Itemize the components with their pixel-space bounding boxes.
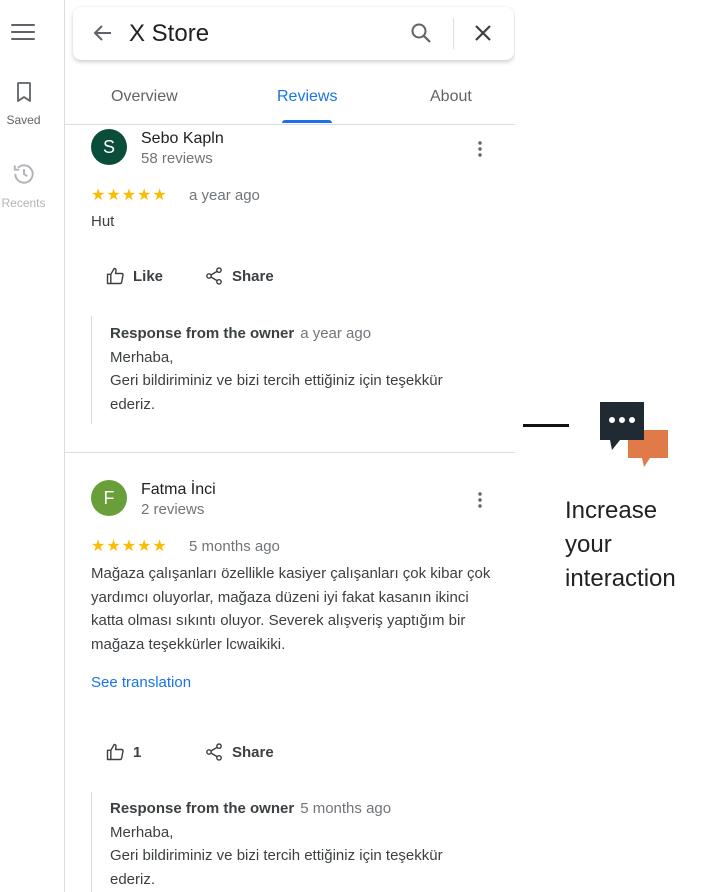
- reviewer-name[interactable]: Fatma İnci: [141, 481, 216, 499]
- left-rail: Saved Recents: [0, 0, 65, 892]
- owner-response-greeting: Merhaba,: [110, 823, 174, 841]
- history-icon: [13, 164, 34, 184]
- tab-reviews[interactable]: Reviews: [277, 88, 337, 106]
- search-icon[interactable]: [409, 21, 433, 45]
- search-input[interactable]: [129, 20, 389, 48]
- bookmark-icon: [16, 82, 31, 102]
- reviewer-name[interactable]: Sebo Kapln: [141, 130, 224, 148]
- see-translation-link[interactable]: See translation: [91, 674, 191, 691]
- avatar[interactable]: S: [91, 129, 127, 165]
- more-options-icon[interactable]: [470, 139, 490, 159]
- review-count: 2 reviews: [141, 501, 205, 518]
- review-text: Hut: [91, 213, 115, 230]
- saved-label: Saved: [6, 113, 41, 127]
- promo-text: Increase your interaction: [565, 497, 676, 592]
- owner-response-title: Response from the owner: [110, 325, 295, 342]
- review-divider: [65, 452, 515, 453]
- menu-icon[interactable]: [11, 24, 35, 44]
- like-label: Like: [133, 267, 164, 285]
- tab-bar: Overview Reviews About: [65, 74, 515, 125]
- owner-response-date: 5 months ago: [300, 800, 392, 817]
- review-date: a year ago: [189, 187, 260, 204]
- place-panel: Overview Reviews About S Sebo Kapln 58 r…: [65, 0, 515, 892]
- close-icon[interactable]: [471, 21, 495, 45]
- share-button[interactable]: Share: [204, 264, 274, 288]
- share-button[interactable]: Share: [204, 740, 274, 764]
- recents-nav-item[interactable]: Recents: [0, 161, 47, 210]
- back-arrow-icon[interactable]: [91, 21, 115, 45]
- avatar[interactable]: F: [91, 480, 127, 516]
- saved-nav-item[interactable]: Saved: [0, 80, 47, 127]
- owner-response: Response from the owner 5 months ago Merh…: [91, 792, 491, 892]
- owner-response-text: Geri bildiriminiz ve bizi tercih ettiğin…: [110, 847, 443, 888]
- owner-response-text: Geri bildiriminiz ve bizi tercih ettiğin…: [110, 372, 443, 413]
- star-rating: ★★★★★: [91, 538, 168, 555]
- star-rating: ★★★★★: [91, 187, 168, 204]
- search-box: [73, 7, 514, 60]
- like-button[interactable]: 1: [105, 740, 141, 764]
- share-icon: [206, 743, 222, 761]
- active-tab-indicator: [282, 120, 332, 123]
- owner-response-date: a year ago: [300, 325, 372, 342]
- thumbs-up-icon: [106, 743, 124, 761]
- review-date: 5 months ago: [189, 538, 280, 555]
- tab-about[interactable]: About: [430, 88, 472, 106]
- recents-label: Recents: [1, 196, 46, 210]
- tab-overview[interactable]: Overview: [111, 88, 178, 106]
- chat-bubbles-icon: [600, 402, 668, 467]
- review-count: 58 reviews: [141, 150, 213, 167]
- promo-dash: [523, 424, 569, 427]
- review-text: Mağaza çalışanları özellikle kasiyer çal…: [91, 565, 491, 653]
- thumbs-up-icon: [106, 267, 124, 285]
- owner-response-greeting: Merhaba,: [110, 348, 174, 366]
- owner-response-title: Response from the owner: [110, 800, 295, 817]
- more-options-icon[interactable]: [470, 490, 490, 510]
- search-divider: [453, 18, 454, 49]
- owner-response: Response from the owner a year ago Merhab…: [91, 316, 491, 424]
- share-label: Share: [232, 267, 274, 285]
- like-button[interactable]: Like: [105, 264, 163, 288]
- like-count: 1: [133, 743, 142, 761]
- share-icon: [206, 267, 222, 285]
- share-label: Share: [232, 743, 274, 761]
